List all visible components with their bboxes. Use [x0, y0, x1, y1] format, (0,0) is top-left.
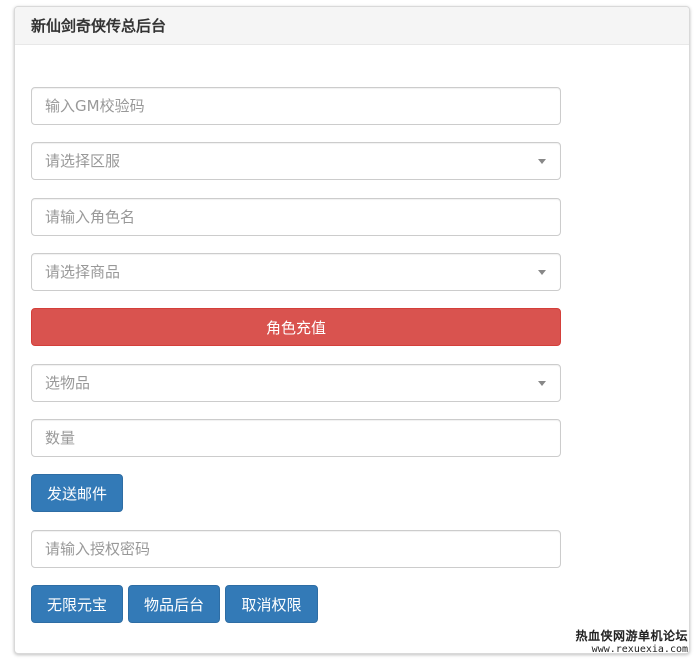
unlimited-yuanbao-button[interactable]: 无限元宝: [31, 585, 123, 623]
send-mail-button[interactable]: 发送邮件: [31, 474, 123, 512]
gm-code-field[interactable]: [31, 87, 561, 125]
item-select-value: 选物品: [45, 374, 91, 392]
item-select[interactable]: 选物品: [31, 364, 561, 402]
watermark-text: 热血侠网游单机论坛: [575, 629, 688, 643]
chevron-down-icon: [538, 159, 546, 164]
chevron-down-icon: [538, 381, 546, 386]
auth-password-input[interactable]: [32, 531, 560, 567]
watermark-url: www.rexuexia.com: [591, 644, 688, 655]
recharge-button[interactable]: 角色充值: [31, 308, 561, 346]
gm-code-input[interactable]: [32, 88, 560, 124]
revoke-permission-button[interactable]: 取消权限: [225, 585, 318, 623]
role-name-field[interactable]: [31, 198, 561, 236]
page-title: 新仙剑奇侠传总后台: [31, 17, 167, 35]
server-select-value: 请选择区服: [45, 152, 121, 170]
server-select[interactable]: 请选择区服: [31, 142, 561, 180]
panel-heading: 新仙剑奇侠传总后台: [15, 7, 689, 45]
quantity-field[interactable]: [31, 419, 561, 457]
item-backend-button[interactable]: 物品后台: [128, 585, 220, 623]
quantity-input[interactable]: [32, 420, 560, 456]
role-name-input[interactable]: [32, 199, 560, 235]
auth-password-field[interactable]: [31, 530, 561, 568]
admin-panel: 新仙剑奇侠传总后台 请选择区服 请选择商品 角色充值 选物品 发送邮件: [14, 6, 690, 654]
product-select-value: 请选择商品: [45, 263, 121, 281]
chevron-down-icon: [538, 270, 546, 275]
site-watermark: 热血侠网游单机论坛 www.rexuexia.com: [575, 630, 688, 656]
product-select[interactable]: 请选择商品: [31, 253, 561, 291]
